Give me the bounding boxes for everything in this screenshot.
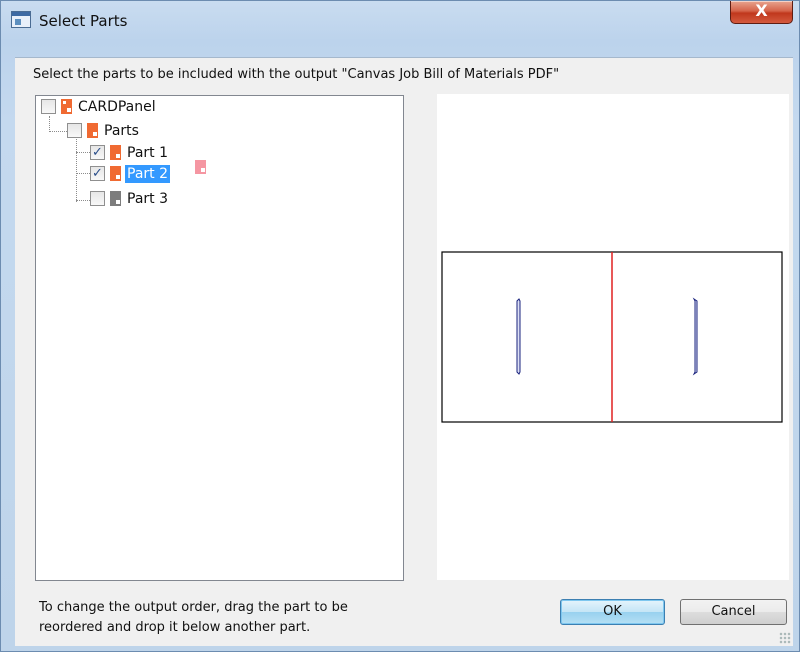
cancel-button[interactable]: Cancel	[680, 599, 787, 625]
tree-node-label[interactable]: Parts	[102, 122, 141, 140]
tree-guide-line	[49, 116, 50, 132]
parts-tree[interactable]: CARDPanel Parts ✓ Part 1 ✓ Part 2 Part 3	[35, 95, 404, 581]
window-app-icon	[11, 11, 31, 28]
ok-button[interactable]: OK	[560, 599, 665, 625]
dialog-body: Select the parts to be included with the…	[15, 57, 793, 646]
part-preview-pane	[437, 94, 789, 580]
tree-node-part-1[interactable]: ✓ Part 1	[90, 143, 290, 163]
help-text: To change the output order, drag the par…	[39, 598, 348, 638]
tree-guide-line	[76, 152, 90, 153]
tree-node-label[interactable]: Part 1	[125, 144, 170, 162]
part-preview-drawing	[441, 251, 783, 423]
tree-guide-line	[76, 200, 90, 201]
checkbox-cardpanel[interactable]	[41, 99, 56, 114]
tree-guide-line	[76, 173, 90, 174]
tree-node-label[interactable]: CARDPanel	[76, 98, 158, 116]
checkbox-part-2[interactable]: ✓	[90, 166, 105, 181]
window-title: Select Parts	[39, 12, 128, 30]
part-icon	[87, 123, 98, 138]
checkbox-part-1[interactable]: ✓	[90, 145, 105, 160]
part-icon	[110, 166, 121, 181]
tree-node-parts[interactable]: Parts	[67, 121, 267, 141]
instruction-text: Select the parts to be included with the…	[33, 67, 560, 82]
assembly-icon	[61, 99, 72, 114]
tree-node-label-selected[interactable]: Part 2	[125, 165, 170, 183]
tree-node-cardpanel[interactable]: CARDPanel	[41, 97, 241, 117]
tree-node-part-2[interactable]: ✓ Part 2	[90, 160, 290, 184]
title-bar[interactable]: Select Parts X	[1, 1, 799, 43]
part-icon	[110, 145, 121, 160]
tree-node-part-3[interactable]: Part 3	[90, 189, 290, 209]
select-parts-dialog: Select Parts X Select the parts to be in…	[0, 0, 800, 652]
help-text-line: reordered and drop it below another part…	[39, 620, 311, 635]
cutout-slot-right	[692, 297, 698, 376]
resize-grip[interactable]	[779, 632, 791, 644]
tree-guide-line	[49, 131, 67, 132]
close-button[interactable]: X	[730, 1, 793, 24]
tree-node-label[interactable]: Part 3	[125, 190, 170, 208]
drag-part-icon	[195, 160, 206, 174]
help-text-line: To change the output order, drag the par…	[39, 600, 348, 615]
cutout-slot-left	[516, 298, 521, 375]
checkbox-part-3[interactable]	[90, 191, 105, 206]
tree-guide-line	[76, 136, 77, 202]
checkbox-parts[interactable]	[67, 123, 82, 138]
part-gray-icon	[110, 191, 121, 206]
